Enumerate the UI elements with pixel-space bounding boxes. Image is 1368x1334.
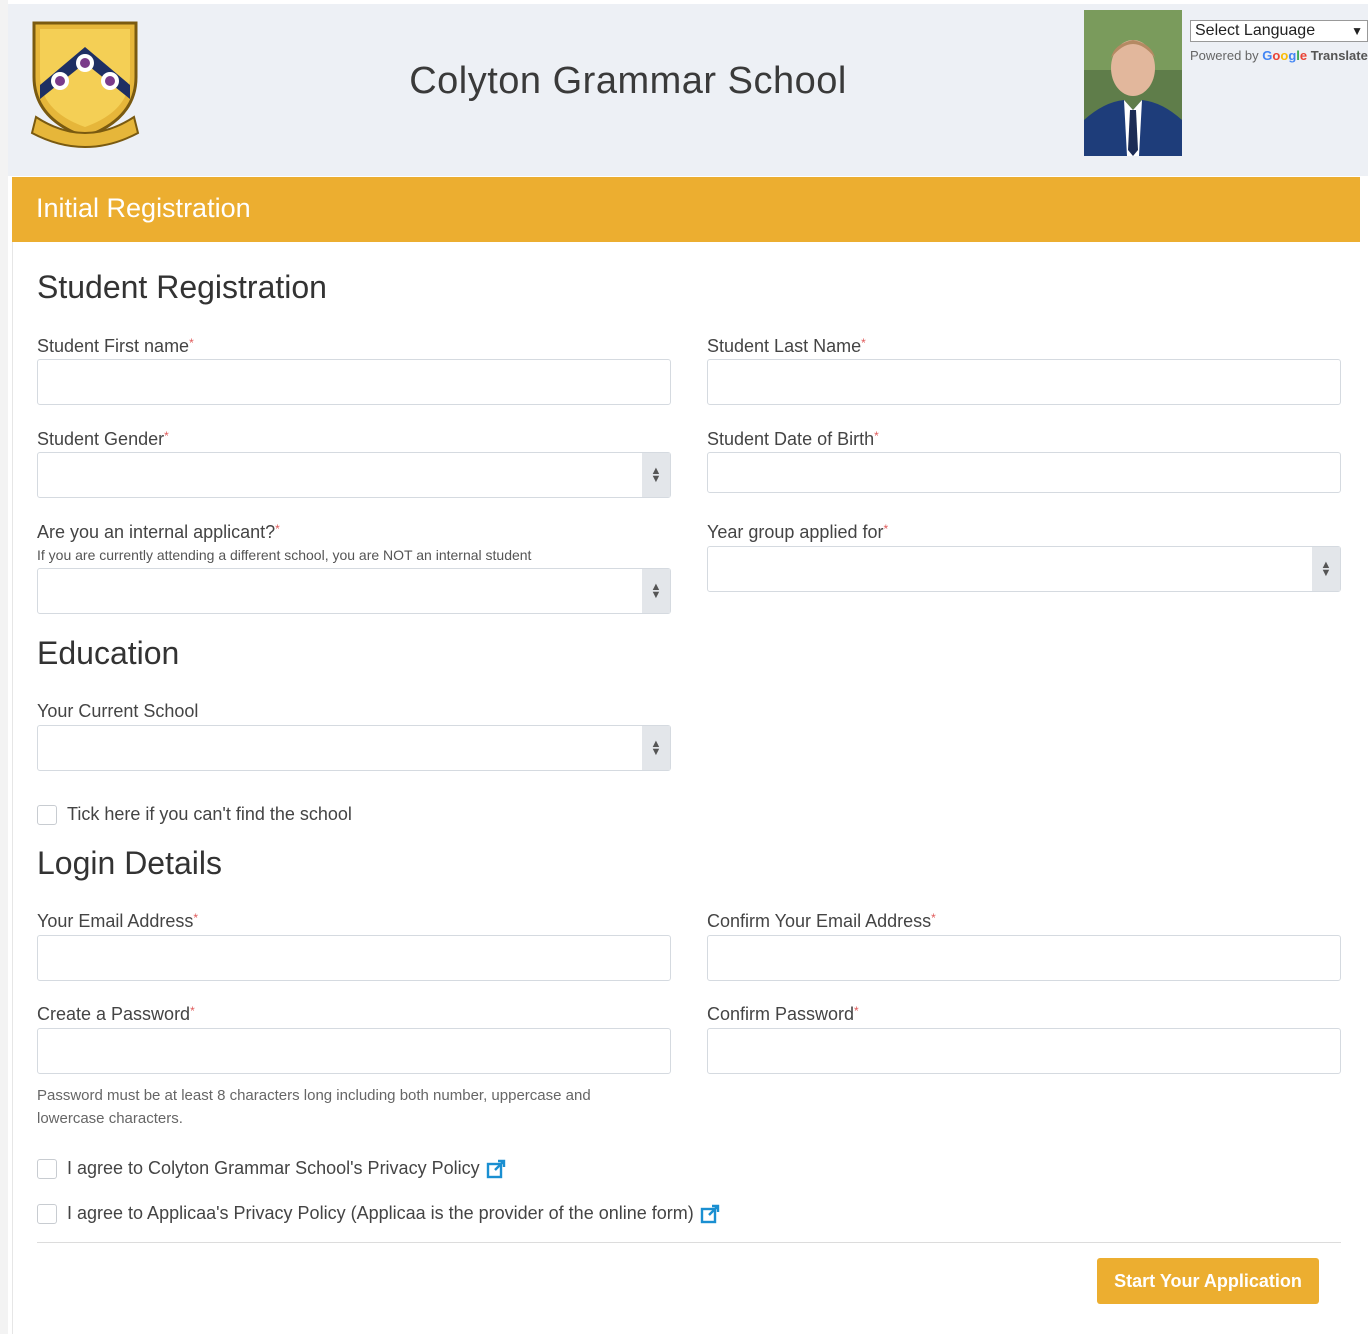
translate-text: Translate bbox=[1310, 48, 1368, 63]
banner-title: Initial Registration bbox=[36, 193, 251, 223]
agree-school-policy-row: I agree to Colyton Grammar School's Priv… bbox=[37, 1158, 506, 1179]
school-crest-logo bbox=[30, 21, 140, 148]
external-link-icon[interactable] bbox=[486, 1159, 506, 1179]
confirm-email-input[interactable] bbox=[707, 935, 1341, 981]
gender-select[interactable]: ▲ ▼ bbox=[37, 452, 671, 498]
cant-find-school-checkbox[interactable] bbox=[37, 804, 57, 825]
agree-school-policy-checkbox[interactable] bbox=[37, 1158, 57, 1179]
dob-input[interactable] bbox=[707, 452, 1341, 493]
current-school-select[interactable]: ▲ ▼ bbox=[37, 725, 671, 771]
password-label: Create a Password* bbox=[37, 1004, 195, 1024]
cant-find-school-label: Tick here if you can't find the school bbox=[67, 804, 352, 824]
dob-label: Student Date of Birth* bbox=[707, 429, 879, 449]
google-logo[interactable]: Google bbox=[1262, 48, 1310, 63]
last-name-label: Student Last Name* bbox=[707, 336, 866, 356]
form-banner: Initial Registration bbox=[12, 177, 1360, 242]
language-select-label: Select Language bbox=[1195, 22, 1316, 39]
current-school-label: Your Current School bbox=[37, 701, 199, 721]
google-translate-credit: Powered by Google Translate bbox=[1190, 48, 1368, 63]
year-group-label: Year group applied for* bbox=[707, 522, 889, 542]
first-name-label: Student First name* bbox=[37, 336, 194, 356]
powered-by-text: Powered by bbox=[1190, 48, 1259, 63]
site-header: Colyton Grammar School Select Language ▼… bbox=[8, 4, 1368, 176]
confirm-password-input[interactable] bbox=[707, 1028, 1341, 1074]
internal-applicant-label: Are you an internal applicant?* bbox=[37, 522, 280, 542]
agree-applicaa-policy-row: I agree to Applicaa's Privacy Policy (Ap… bbox=[37, 1203, 720, 1224]
login-section-title: Login Details bbox=[37, 845, 222, 881]
password-input[interactable] bbox=[37, 1028, 671, 1074]
start-application-button[interactable]: Start Your Application bbox=[1097, 1258, 1319, 1304]
first-name-input[interactable] bbox=[37, 359, 671, 405]
agree-applicaa-policy-checkbox[interactable] bbox=[37, 1203, 57, 1224]
select-arrows-icon: ▲ ▼ bbox=[642, 453, 670, 497]
student-section-title: Student Registration bbox=[37, 269, 327, 305]
gender-label: Student Gender* bbox=[37, 429, 169, 449]
password-help-line-1: Password must be at least 8 characters l… bbox=[37, 1087, 591, 1104]
chevron-down-icon: ▼ bbox=[1351, 24, 1363, 38]
headteacher-photo bbox=[1084, 10, 1182, 156]
internal-applicant-select[interactable]: ▲ ▼ bbox=[37, 568, 671, 614]
education-section-title: Education bbox=[37, 635, 180, 671]
internal-applicant-help: If you are currently attending a differe… bbox=[37, 547, 532, 563]
agree-school-policy-label: I agree to Colyton Grammar School's Priv… bbox=[67, 1158, 480, 1178]
person-photo-icon bbox=[1084, 10, 1182, 156]
email-label: Your Email Address* bbox=[37, 911, 199, 931]
select-arrows-icon: ▲ ▼ bbox=[642, 726, 670, 770]
password-help-line-2: lowercase characters. bbox=[37, 1110, 183, 1127]
cant-find-school-row: Tick here if you can't find the school bbox=[37, 804, 352, 825]
language-select[interactable]: Select Language ▼ bbox=[1190, 20, 1368, 42]
registration-form: Student Registration Student First name*… bbox=[12, 242, 1360, 1334]
select-arrows-icon: ▲ ▼ bbox=[1312, 547, 1340, 591]
agree-applicaa-policy-label: I agree to Applicaa's Privacy Policy (Ap… bbox=[67, 1203, 694, 1223]
school-title: Colyton Grammar School bbox=[409, 60, 847, 102]
email-input[interactable] bbox=[37, 935, 671, 981]
page-edge bbox=[0, 0, 8, 1334]
select-arrows-icon: ▲ ▼ bbox=[642, 569, 670, 613]
form-divider bbox=[37, 1242, 1341, 1243]
year-group-select[interactable]: ▲ ▼ bbox=[707, 546, 1341, 592]
last-name-input[interactable] bbox=[707, 359, 1341, 405]
confirm-email-label: Confirm Your Email Address* bbox=[707, 911, 936, 931]
confirm-password-label: Confirm Password* bbox=[707, 1004, 859, 1024]
external-link-icon[interactable] bbox=[700, 1204, 720, 1224]
